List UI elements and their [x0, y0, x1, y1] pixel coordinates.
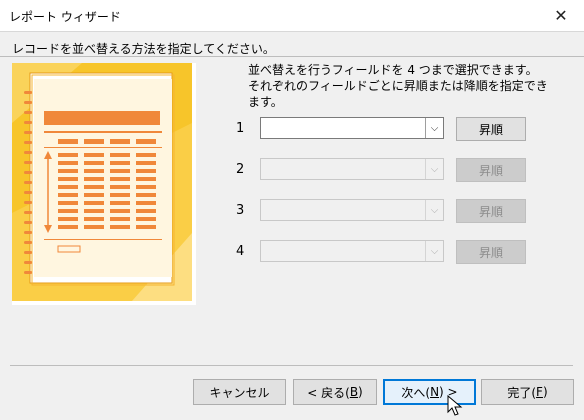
sort-order-button[interactable]: 昇順 [456, 240, 526, 264]
cancel-button[interactable]: キャンセル [193, 379, 286, 405]
finish-label-post: ) [542, 385, 548, 399]
sort-order-button[interactable]: 昇順 [456, 117, 526, 141]
sort-field-combobox[interactable]: ⌵ [260, 199, 444, 221]
sort-field-combobox[interactable]: ⌵ [260, 240, 444, 262]
title-bar: レポート ウィザード ✕ [0, 0, 584, 32]
finish-button[interactable]: 完了(F) [481, 379, 574, 405]
chevron-down-icon[interactable]: ⌵ [425, 200, 443, 220]
chevron-down-icon[interactable]: ⌵ [425, 159, 443, 179]
sort-row-number: 3 [236, 203, 245, 218]
finish-accesskey: F [536, 385, 543, 399]
chevron-down-icon[interactable]: ⌵ [425, 241, 443, 261]
header-divider [0, 56, 584, 57]
sort-row-number: 2 [236, 162, 245, 177]
next-accesskey: N [430, 385, 440, 399]
close-icon[interactable]: ✕ [538, 0, 584, 31]
mouse-pointer-icon [447, 395, 463, 416]
back-accesskey: B [349, 385, 359, 399]
sort-row-number: 1 [236, 121, 245, 136]
back-label-post: ) [358, 385, 363, 399]
back-button[interactable]: < 戻る(B) [293, 379, 377, 405]
sort-field-combobox[interactable]: ⌵ [260, 158, 444, 180]
description-text: 並べ替えを行うフィールドを 4 つまで選択できます。それぞれのフィールドごとに昇… [248, 63, 548, 109]
instruction-text: レコードを並べ替える方法を指定してください。 [12, 42, 275, 56]
window-title: レポート ウィザード [9, 10, 121, 24]
report-illustration [12, 63, 196, 305]
chevron-down-icon[interactable]: ⌵ [425, 118, 443, 138]
footer-divider [10, 365, 573, 366]
sort-row-number: 4 [236, 244, 245, 259]
sort-field-combobox[interactable]: ⌵ [260, 117, 444, 139]
sort-order-button[interactable]: 昇順 [456, 158, 526, 182]
finish-label-pre: 完了( [507, 385, 537, 400]
back-label-pre: < 戻る( [307, 385, 350, 400]
sort-order-button[interactable]: 昇順 [456, 199, 526, 223]
next-label-pre: 次へ( [401, 385, 431, 400]
